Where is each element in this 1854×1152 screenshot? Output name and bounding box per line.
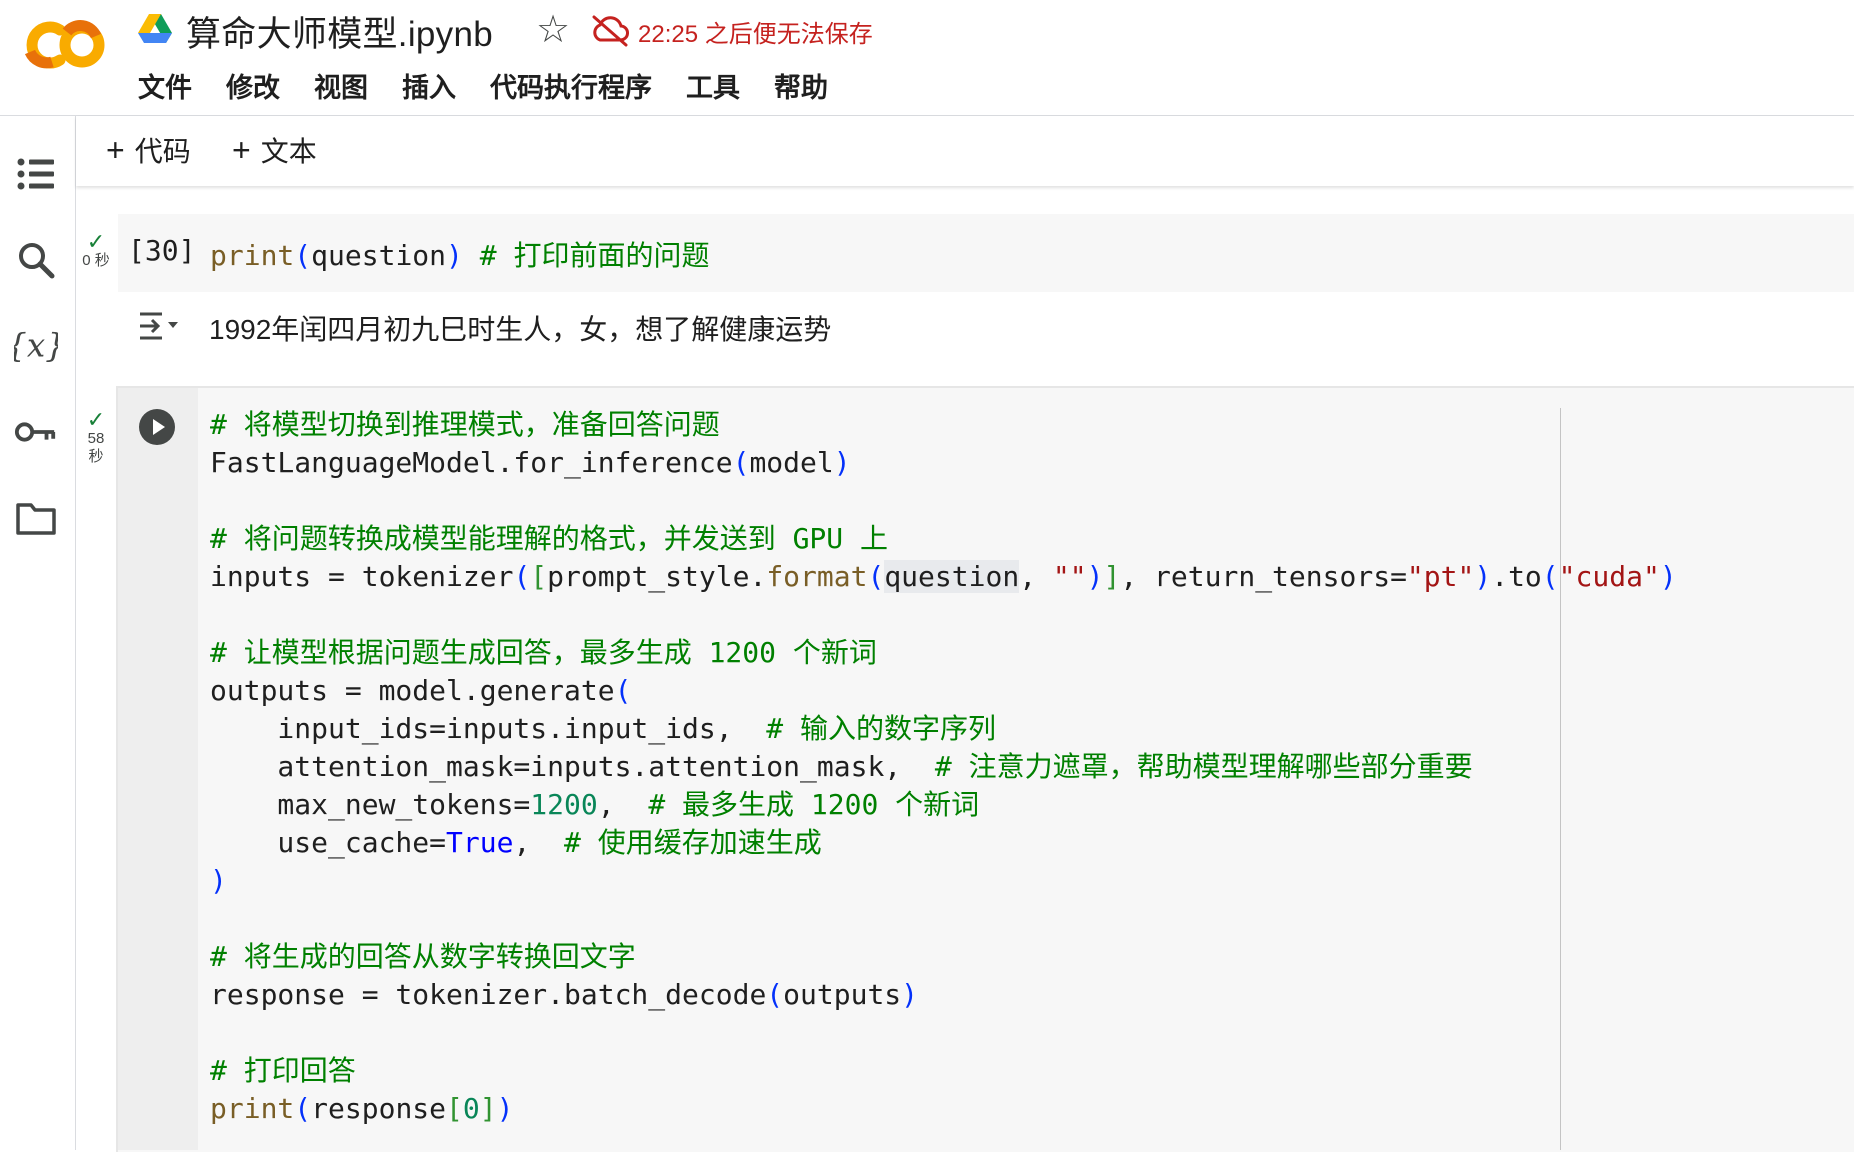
left-side-rail: {x} xyxy=(0,116,76,1150)
code-line: # 让模型根据问题生成回答，最多生成 1200 个新词 xyxy=(210,636,877,669)
notebook-header: 算命大师模型.ipynb ☆ 22:25 之后便无法保存 文件 修改 视图 插入… xyxy=(0,0,1854,116)
code-line: outputs = model.generate( xyxy=(210,674,632,707)
cell-output: 1992年闰四月初九巳时生人，女，想了解健康运势 xyxy=(209,314,832,345)
menu-runtime[interactable]: 代码执行程序 xyxy=(490,66,652,105)
code-line: response = tokenizer.batch_decode(output… xyxy=(210,978,919,1011)
menu-tools[interactable]: 工具 xyxy=(686,66,740,105)
menu-bar: 文件 修改 视图 插入 代码执行程序 工具 帮助 xyxy=(138,66,862,105)
menu-help[interactable]: 帮助 xyxy=(774,66,828,105)
star-icon[interactable]: ☆ xyxy=(536,9,570,51)
run-time-unit: 秒 xyxy=(88,448,104,465)
search-icon[interactable] xyxy=(14,238,58,282)
code-line: max_new_tokens=1200, # 最多生成 1200 个新词 xyxy=(210,788,980,821)
code-line: # 将问题转换成模型能理解的格式，并发送到 GPU 上 xyxy=(210,522,889,555)
cell-status: ✓ 58 秒 xyxy=(78,407,114,466)
plus-icon: + xyxy=(106,132,125,168)
cell-toolbar: + 代码 + 文本 xyxy=(76,116,1854,186)
cell-gutter xyxy=(118,388,198,1150)
check-icon: ✓ xyxy=(86,229,106,254)
add-code-cell-button[interactable]: + 代码 xyxy=(106,130,191,170)
code-line: print(response[0]) xyxy=(210,1092,514,1125)
code-line: # 将生成的回答从数字转换回文字 xyxy=(210,940,636,973)
run-time-value: 58 xyxy=(87,430,105,447)
run-cell-icon[interactable] xyxy=(138,408,176,446)
menu-insert[interactable]: 插入 xyxy=(402,66,456,105)
check-icon: ✓ xyxy=(86,407,106,432)
menu-edit[interactable]: 修改 xyxy=(226,66,280,105)
code-line: inputs = tokenizer([prompt_style.format(… xyxy=(210,560,1677,593)
menu-view[interactable]: 视图 xyxy=(314,66,368,105)
execution-count: [30] xyxy=(128,234,196,267)
code-line: attention_mask=inputs.attention_mask, # … xyxy=(210,750,1473,783)
secrets-key-icon[interactable] xyxy=(14,410,58,454)
output-actions-icon[interactable] xyxy=(136,306,182,346)
google-drive-icon[interactable] xyxy=(137,12,173,44)
files-folder-icon[interactable] xyxy=(14,496,58,540)
cell-status: ✓ 0 秒 xyxy=(78,229,114,270)
code-line: # 将模型切换到推理模式，准备回答问题 xyxy=(210,408,720,441)
run-time: 0 秒 xyxy=(82,252,110,269)
cloud-off-icon[interactable] xyxy=(590,13,630,47)
menu-file[interactable]: 文件 xyxy=(138,66,192,105)
code-line: FastLanguageModel.for_inference(model) xyxy=(210,446,851,479)
add-text-label: 文本 xyxy=(260,136,317,167)
code-line: ) xyxy=(210,864,227,897)
notebook-title[interactable]: 算命大师模型.ipynb xyxy=(186,6,493,57)
cell-code-line[interactable]: print(question) # 打印前面的问题 xyxy=(210,234,709,274)
code-editor[interactable]: # 将模型切换到推理模式，准备回答问题 FastLanguageModel.for… xyxy=(210,406,1677,1128)
add-text-cell-button[interactable]: + 文本 xyxy=(232,130,317,170)
save-warning-text[interactable]: 22:25 之后便无法保存 xyxy=(638,14,873,49)
svg-text:{x}: {x} xyxy=(14,327,58,365)
code-line: input_ids=inputs.input_ids, # 输入的数字序列 xyxy=(210,712,997,745)
colab-logo[interactable] xyxy=(22,18,108,72)
add-code-label: 代码 xyxy=(134,136,191,167)
plus-icon: + xyxy=(232,132,251,168)
variables-icon[interactable]: {x} xyxy=(14,324,58,368)
code-line: use_cache=True, # 使用缓存加速生成 xyxy=(210,826,822,859)
code-line: # 打印回答 xyxy=(210,1054,356,1087)
table-of-contents-icon[interactable] xyxy=(14,152,58,196)
